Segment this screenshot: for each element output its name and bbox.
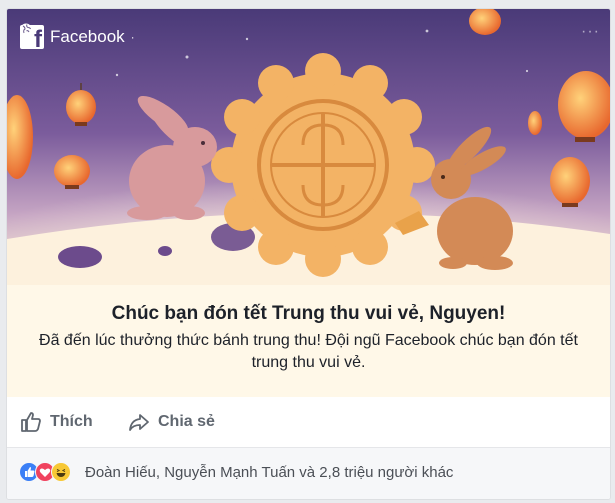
separator-dot: · [130,30,135,44]
share-arrow-icon [129,414,149,431]
share-label: Chia sẻ [158,413,215,430]
source-name: Facebook [50,27,125,46]
greeting-message: Đã đến lúc thưởng thức bánh trung thu! Đ… [39,332,578,371]
reactions-names[interactable]: Đoàn Hiếu, Nguyễn Mạnh Tuấn và 2,8 triệu… [85,464,453,481]
reactions-summary: Đoàn Hiếu, Nguyễn Mạnh Tuấn và 2,8 triệu… [7,448,610,499]
globe-icon[interactable] [20,23,32,35]
post-actions-bar: Thích Chia sẻ [7,397,610,448]
mid-autumn-banner: f Facebook · ··· [7,9,610,285]
post-source[interactable]: f Facebook · [20,23,135,52]
haha-reaction-icon [51,462,71,482]
greeting-caption: Chúc bạn đón tết Trung thu vui vẻ, Nguye… [7,285,610,397]
post-card: f Facebook · ··· Chúc bạn đón tết Trung … [6,8,611,500]
more-options-icon[interactable]: ··· [581,23,600,41]
thumbs-up-icon [21,412,41,432]
like-button[interactable]: Thích [19,410,93,434]
share-button[interactable]: Chia sẻ [127,410,215,434]
greeting-title: Chúc bạn đón tết Trung thu vui vẻ, Nguye… [111,303,506,324]
reaction-icons[interactable] [19,462,81,482]
like-label: Thích [50,413,93,430]
